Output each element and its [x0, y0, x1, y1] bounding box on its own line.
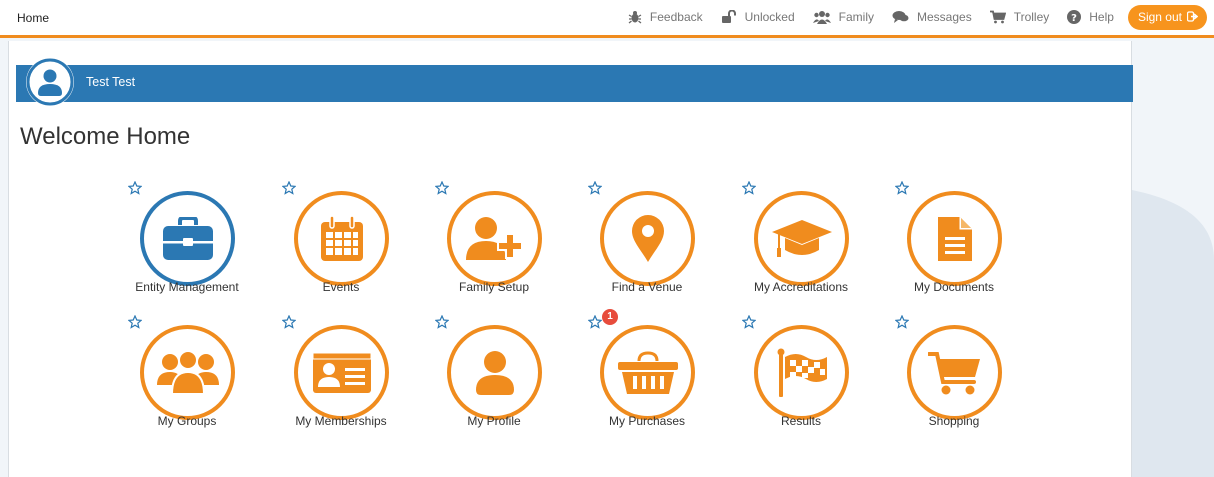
home-link[interactable]: Home — [17, 11, 49, 25]
content-panel: Test Test Welcome Home Entity Management… — [8, 41, 1133, 477]
tile-circle — [600, 325, 695, 420]
tile-my-groups[interactable]: My Groups — [112, 315, 262, 445]
graduation-cap-icon — [771, 219, 832, 257]
tile-my-memberships[interactable]: My Memberships — [266, 315, 416, 445]
tile-my-documents[interactable]: My Documents — [879, 181, 1029, 311]
tile-events[interactable]: Events — [266, 181, 416, 311]
star-icon[interactable] — [588, 315, 602, 329]
question-circle-icon: ? — [1067, 10, 1082, 24]
tile-circle — [754, 325, 849, 420]
user-plus-icon — [465, 216, 523, 260]
nav-label: Unlocked — [744, 10, 795, 24]
tile-find-a-venue[interactable]: Find a Venue — [572, 181, 722, 311]
tile-label: My Groups — [157, 414, 217, 428]
tile-label: Entity Management — [135, 280, 239, 294]
tile-my-purchases[interactable]: 1 My Purchases — [572, 309, 722, 445]
tile-shopping[interactable]: Shopping — [879, 315, 1029, 445]
id-card-icon — [312, 352, 371, 393]
comments-icon — [892, 11, 909, 23]
tile-circle — [294, 325, 389, 420]
tile-entity-management[interactable]: Entity Management — [112, 181, 262, 311]
tile-label: My Documents — [913, 280, 995, 294]
tile-my-accreditations[interactable]: My Accreditations — [726, 181, 876, 311]
nav-messages[interactable]: Messages — [892, 10, 972, 24]
map-marker-icon — [631, 214, 664, 262]
user-icon — [475, 350, 514, 395]
user-bar: Test Test — [16, 65, 1133, 102]
star-icon[interactable] — [895, 315, 909, 329]
star-icon[interactable] — [895, 181, 909, 195]
nav-feedback[interactable]: Feedback — [628, 10, 703, 24]
star-icon[interactable] — [128, 315, 142, 329]
tile-my-profile[interactable]: My Profile — [419, 315, 569, 445]
top-navbar: Home Feedback Unlocked Family Messages T… — [0, 0, 1214, 38]
tile-label: My Purchases — [608, 414, 686, 428]
basket-icon — [617, 350, 678, 394]
users-icon — [812, 11, 831, 24]
tile-circle — [447, 325, 542, 420]
shopping-cart-icon — [927, 351, 980, 394]
nav-unlocked[interactable]: Unlocked — [721, 10, 795, 24]
star-icon[interactable] — [588, 181, 602, 195]
star-icon[interactable] — [435, 181, 449, 195]
tile-circle — [907, 191, 1002, 286]
star-icon[interactable] — [742, 315, 756, 329]
page-title: Welcome Home — [20, 123, 191, 150]
briefcase-icon — [162, 216, 213, 260]
nav-label: Feedback — [649, 10, 703, 24]
tile-circle — [140, 325, 235, 420]
nav-label: Family — [838, 10, 874, 24]
star-icon[interactable] — [282, 315, 296, 329]
group-icon — [156, 350, 219, 395]
nav-trolley[interactable]: Trolley — [989, 10, 1050, 24]
checkered-flag-icon — [777, 348, 827, 397]
tile-label: Find a Venue — [611, 280, 683, 294]
unlock-icon — [721, 10, 736, 23]
nav-label: Help — [1089, 10, 1114, 24]
document-icon — [937, 216, 972, 261]
cart-icon — [989, 10, 1006, 24]
bug-icon — [628, 11, 642, 24]
tile-label: My Accreditations — [753, 280, 849, 294]
star-icon[interactable] — [128, 181, 142, 195]
star-icon[interactable] — [742, 181, 756, 195]
nav-help[interactable]: ? Help — [1067, 10, 1114, 24]
tile-label: Events — [322, 280, 360, 294]
nav-label: Messages — [917, 10, 972, 24]
nav-family[interactable]: Family — [812, 10, 874, 24]
star-icon[interactable] — [435, 315, 449, 329]
tile-label: My Profile — [467, 414, 521, 428]
tile-circle — [294, 191, 389, 286]
avatar[interactable] — [26, 58, 74, 106]
calendar-icon — [320, 215, 363, 261]
star-icon[interactable] — [282, 181, 296, 195]
tile-family-setup[interactable]: Family Setup — [419, 181, 569, 311]
tile-circle — [754, 191, 849, 286]
user-avatar-icon — [26, 58, 74, 106]
user-name: Test Test — [86, 75, 136, 89]
tile-circle — [600, 191, 695, 286]
notification-badge: 1 — [602, 309, 618, 325]
sign-out-icon — [1187, 11, 1198, 22]
tile-results[interactable]: Results — [726, 315, 876, 445]
nav-label: Trolley — [1013, 10, 1050, 24]
tile-label: Results — [780, 414, 821, 428]
tile-circle — [907, 325, 1002, 420]
sign-out-button[interactable]: Sign out — [1127, 4, 1207, 30]
tile-circle — [447, 191, 542, 286]
svg-text:?: ? — [1071, 13, 1077, 24]
tile-label: My Memberships — [295, 414, 387, 428]
nav-menu: Feedback Unlocked Family Messages Trolle… — [610, 3, 1207, 31]
sign-out-label: Sign out — [1137, 9, 1182, 24]
tile-label: Shopping — [928, 414, 980, 428]
tile-circle — [140, 191, 235, 286]
tile-label: Family Setup — [458, 280, 530, 294]
